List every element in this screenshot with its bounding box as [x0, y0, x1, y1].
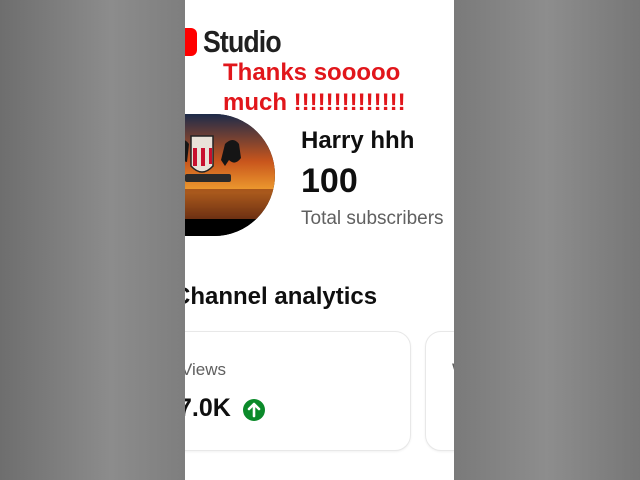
analytics-heading: Channel analytics [185, 283, 378, 310]
youtube-logo-icon [185, 28, 197, 56]
arrow-up-circle-icon [243, 399, 265, 421]
channel-name: Harry hhh [301, 127, 415, 154]
phone-screen: Studio Thanks sooooo much !!!!!!!!!!!!!! [185, 0, 454, 480]
views-value: 7.0K [185, 394, 231, 422]
app-title: Studio [203, 24, 282, 59]
background-blur-left [0, 0, 185, 480]
background-blur-right [454, 0, 640, 480]
subscriber-count: 100 [301, 162, 358, 200]
avatar-image [185, 114, 275, 236]
watch-time-card[interactable]: W [425, 331, 454, 451]
views-label: Views [185, 360, 227, 379]
channel-avatar[interactable] [185, 114, 275, 236]
watch-time-label: W [452, 360, 454, 380]
subscriber-label: Total subscribers [301, 208, 444, 229]
views-card[interactable]: Views 7.0K [185, 331, 411, 451]
overlay-caption: Thanks sooooo much !!!!!!!!!!!!!! [223, 59, 406, 116]
